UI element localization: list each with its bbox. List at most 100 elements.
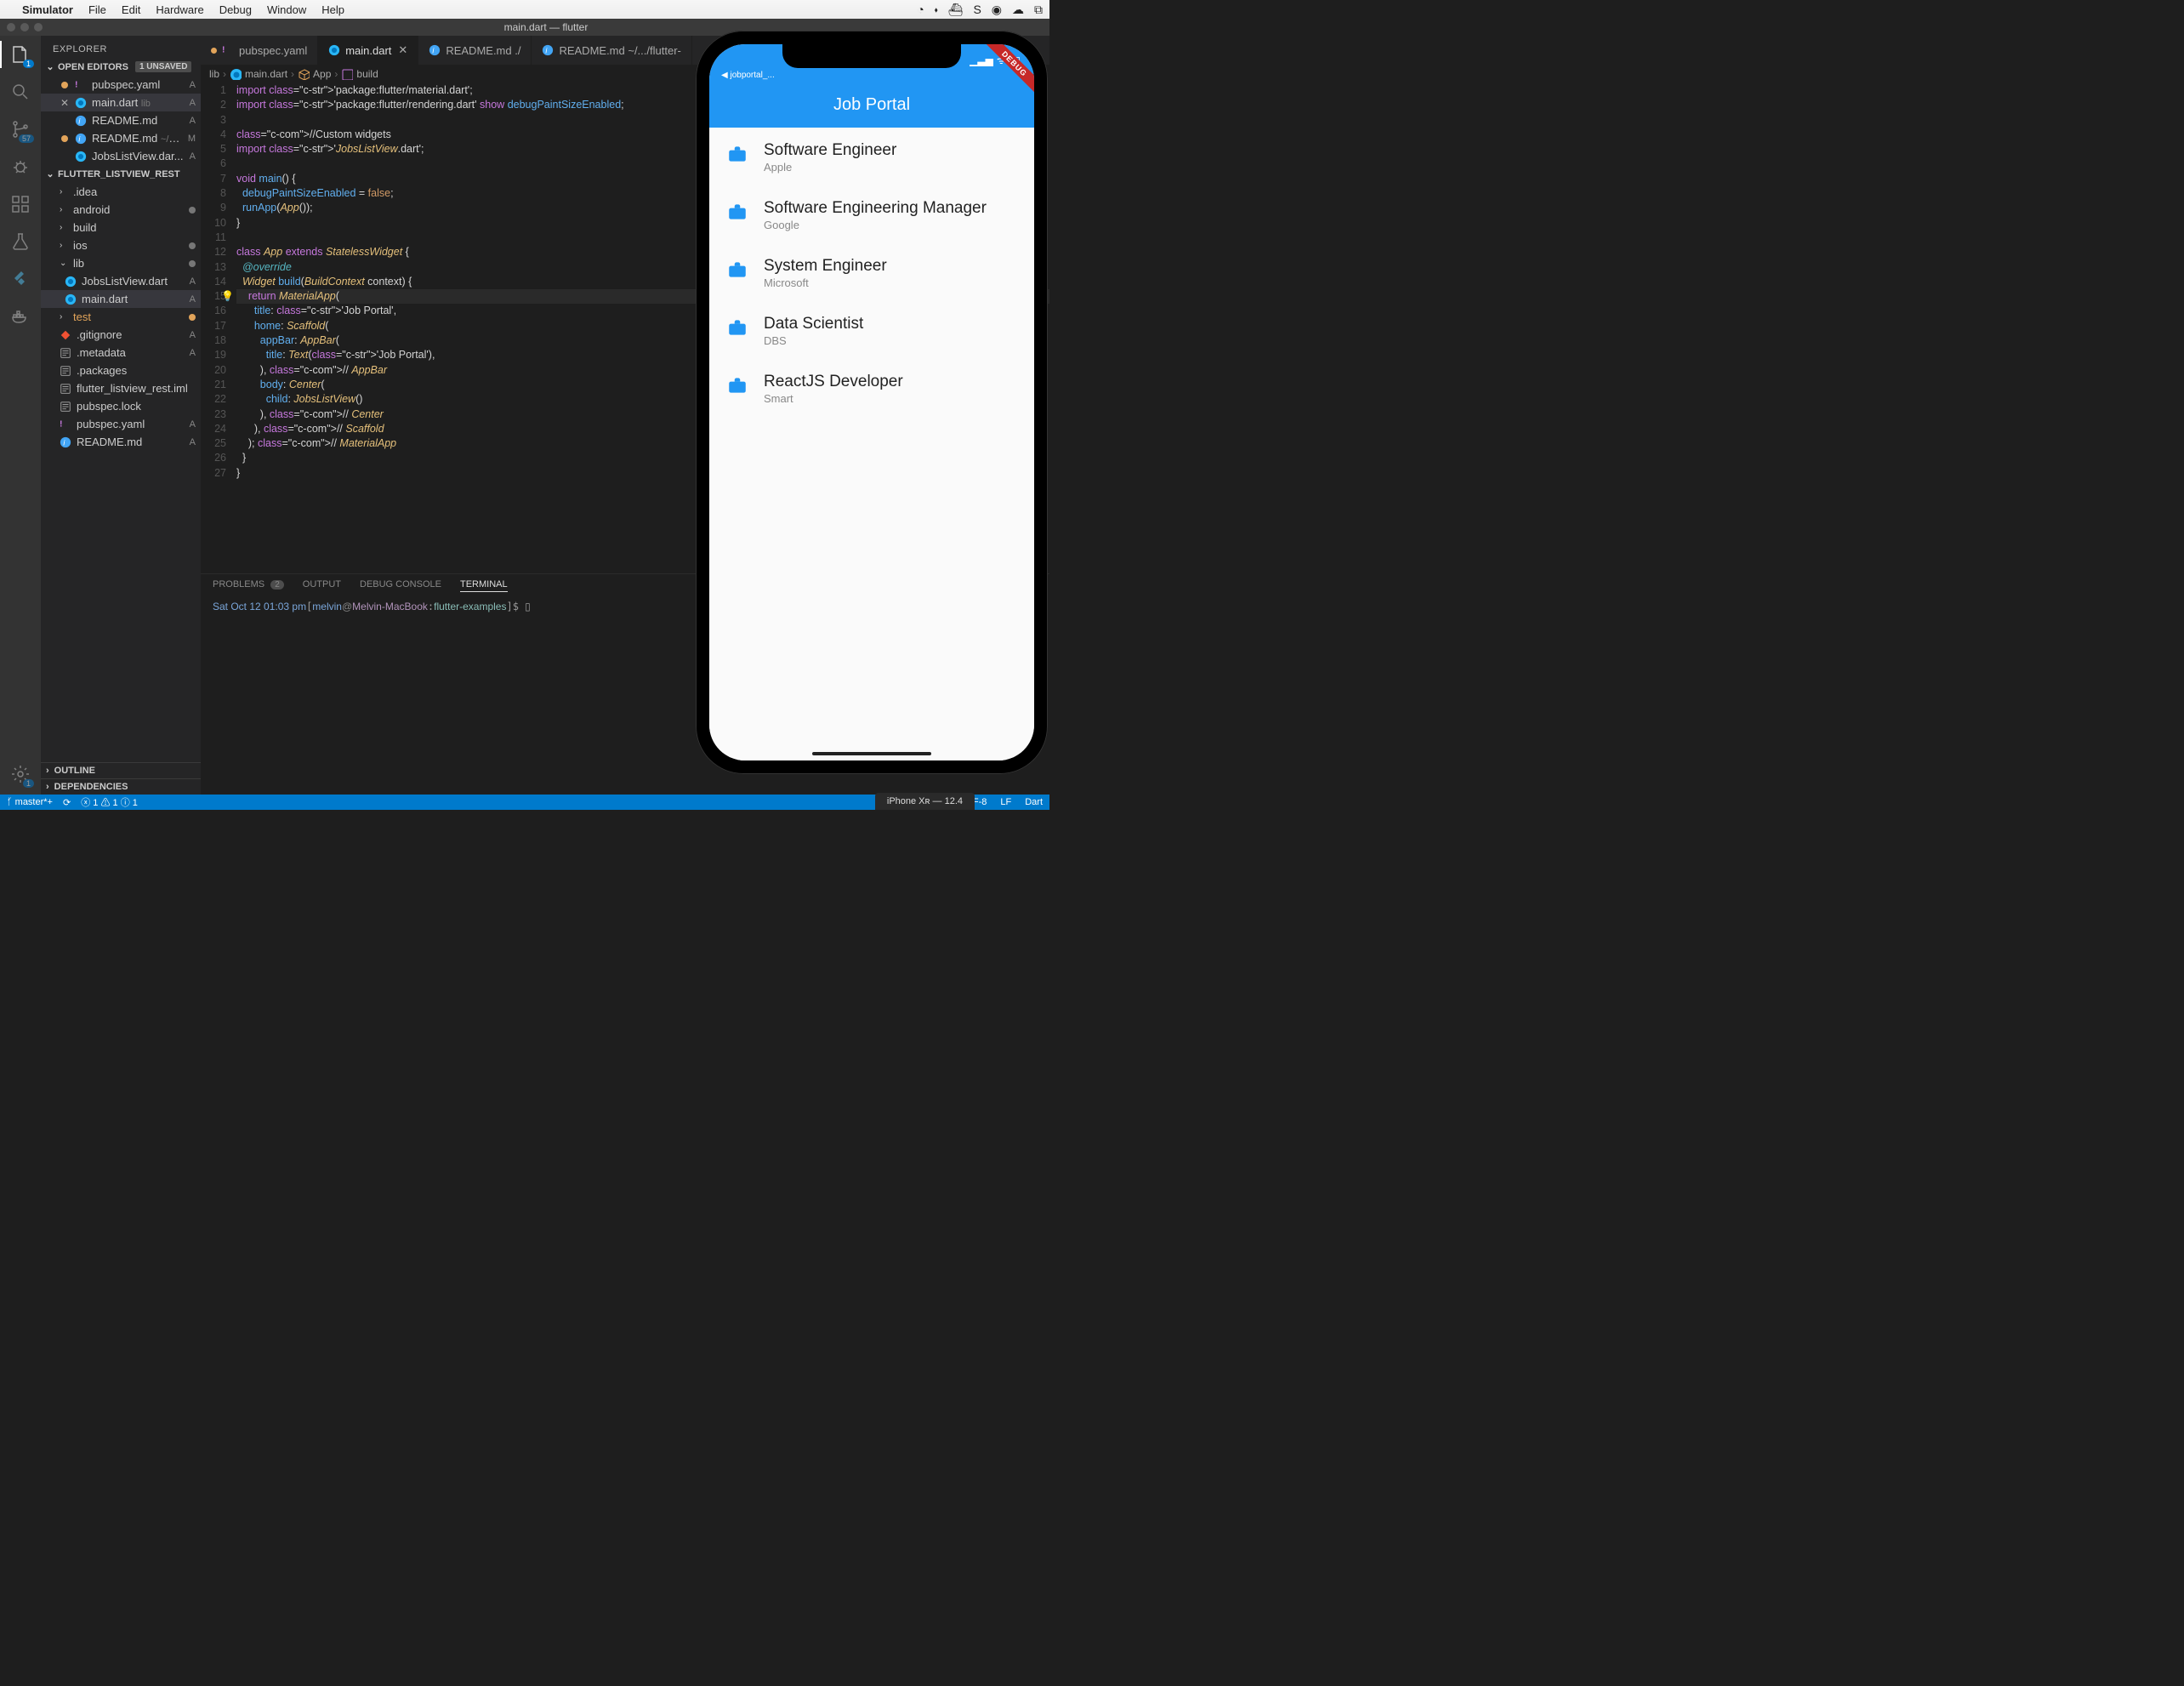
job-list-item[interactable]: Data Scientist DBS <box>709 301 1034 359</box>
mac-menu-debug[interactable]: Debug <box>219 3 252 16</box>
panel-tab-problems[interactable]: PROBLEMS 2 <box>213 579 284 592</box>
folder-item[interactable]: › ios <box>41 236 201 254</box>
editor-tab[interactable]: README.md ./ <box>418 36 532 65</box>
mac-menubar: Simulator File Edit Hardware Debug Windo… <box>0 0 1049 19</box>
project-header[interactable]: ⌄ FLUTTER_LISTVIEW_REST <box>41 167 201 181</box>
briefcase-icon <box>726 374 748 396</box>
folder-item[interactable]: › android <box>41 201 201 219</box>
simulator-device-label: iPhone Xʀ — 12.4 <box>875 793 975 810</box>
activity-flutter-icon[interactable] <box>9 269 32 289</box>
tray-icon[interactable]: ◔ <box>917 3 924 17</box>
file-icon <box>60 401 71 413</box>
file-icon <box>542 44 554 56</box>
appbar-title: Job Portal <box>833 95 910 115</box>
editor-tab[interactable]: main.dart ✕ <box>318 36 418 65</box>
file-icon <box>60 365 71 377</box>
dependencies-header[interactable]: ›DEPENDENCIES <box>41 778 201 795</box>
status-branch[interactable]: ᚶ master*+ <box>7 797 53 807</box>
file-item[interactable]: JobsListView.dart A <box>41 272 201 290</box>
job-list-item[interactable]: Software Engineering Manager Google <box>709 185 1034 243</box>
activity-docker-icon[interactable] <box>9 306 32 327</box>
sidebar-title: EXPLORER <box>41 36 201 60</box>
badge: 57 <box>19 134 34 143</box>
ios-simulator: DEBUG 1:03 ◀ jobportal_... ▁▃▅ ᯤ ▮▯ Job … <box>696 31 1048 774</box>
file-icon <box>60 419 71 430</box>
status-sync-icon[interactable]: ⟳ <box>63 797 71 808</box>
briefcase-icon <box>726 316 748 339</box>
open-editor-item[interactable]: JobsListView.dar... A <box>41 147 201 165</box>
panel-tab-debug[interactable]: DEBUG CONSOLE <box>360 579 441 592</box>
file-item[interactable]: README.md A <box>41 433 201 451</box>
activity-extensions-icon[interactable] <box>9 194 32 214</box>
explorer-sidebar: EXPLORER ⌄ OPEN EDITORS 1 UNSAVED pubspe… <box>41 36 201 795</box>
badge: 1 <box>23 779 34 788</box>
activity-explorer-icon[interactable]: 1 <box>9 44 32 65</box>
badge: 1 <box>23 60 34 68</box>
open-editor-item[interactable]: pubspec.yaml A <box>41 76 201 94</box>
folder-item[interactable]: ⌄ lib <box>41 254 201 272</box>
file-item[interactable]: .metadata A <box>41 344 201 362</box>
status-errors[interactable]: ⓧ 1 ⚠ 1 ⓘ 1 <box>81 795 138 809</box>
activity-test-icon[interactable] <box>9 231 32 252</box>
tray-icon[interactable]: S <box>973 3 981 17</box>
file-icon <box>429 44 441 56</box>
open-editors-label: OPEN EDITORS <box>58 62 128 72</box>
mac-menu-hardware[interactable]: Hardware <box>156 3 203 16</box>
activity-scm-icon[interactable]: 57 <box>9 119 32 140</box>
activity-search-icon[interactable] <box>9 82 32 102</box>
file-item[interactable]: .gitignore A <box>41 326 201 344</box>
mac-menu-window[interactable]: Window <box>267 3 306 16</box>
job-list-item[interactable]: System Engineer Microsoft <box>709 243 1034 301</box>
editor-tab[interactable]: README.md ~/.../flutter- <box>532 36 691 65</box>
file-item[interactable]: pubspec.yaml A <box>41 415 201 433</box>
file-icon <box>75 151 87 162</box>
panel-tab-terminal[interactable]: TERMINAL <box>460 579 508 592</box>
file-icon <box>222 44 234 56</box>
editor-tab[interactable]: pubspec.yaml <box>201 36 318 65</box>
open-editor-item[interactable]: README.md A <box>41 111 201 129</box>
activity-settings-icon[interactable]: 1 <box>9 764 32 784</box>
tray-icon[interactable]: ⧉ <box>1034 3 1043 17</box>
ios-back-link[interactable]: ◀ jobportal_... <box>721 71 775 80</box>
open-editors-header[interactable]: ⌄ OPEN EDITORS 1 UNSAVED <box>41 60 201 74</box>
flutter-debug-banner: DEBUG <box>966 44 1034 112</box>
jobs-list[interactable]: Software Engineer Apple Software Enginee… <box>709 128 1034 760</box>
job-list-item[interactable]: ReactJS Developer Smart <box>709 359 1034 417</box>
file-item[interactable]: main.dart A <box>41 290 201 308</box>
folder-item[interactable]: › build <box>41 219 201 236</box>
job-list-item[interactable]: Software Engineer Apple <box>709 128 1034 185</box>
file-icon <box>60 347 71 359</box>
file-item[interactable]: .packages <box>41 362 201 379</box>
mac-menu-edit[interactable]: Edit <box>122 3 140 16</box>
activity-debug-icon[interactable] <box>9 157 32 177</box>
tray-icon[interactable]: ⛴ <box>948 3 964 17</box>
status-eol[interactable]: LF <box>1000 797 1011 807</box>
tray-icon[interactable]: ◉ <box>992 3 1002 17</box>
file-item[interactable]: pubspec.lock <box>41 397 201 415</box>
window-traffic-lights[interactable] <box>7 23 43 31</box>
activity-bar: 1 57 1 <box>0 36 41 795</box>
mac-menu-help[interactable]: Help <box>321 3 344 16</box>
open-editor-item[interactable]: ✕ main.dart lib A <box>41 94 201 111</box>
iphone-notch <box>782 44 961 68</box>
unsaved-badge: 1 UNSAVED <box>135 61 192 72</box>
folder-item[interactable]: › .idea <box>41 183 201 201</box>
open-editor-item[interactable]: README.md ~/D... M <box>41 129 201 147</box>
mac-menu-file[interactable]: File <box>88 3 106 16</box>
file-icon <box>75 115 87 127</box>
file-item[interactable]: flutter_listview_rest.iml <box>41 379 201 397</box>
project-tree: › .idea › android › build › ios ⌄ lib <box>41 181 201 453</box>
status-lang[interactable]: Dart <box>1025 797 1043 807</box>
home-indicator[interactable] <box>812 752 931 755</box>
mac-app-name[interactable]: Simulator <box>22 3 73 16</box>
file-icon <box>65 293 77 305</box>
panel-tab-output[interactable]: OUTPUT <box>303 579 341 592</box>
briefcase-icon <box>726 201 748 223</box>
tray-icon[interactable]: ☁ <box>1012 3 1024 17</box>
file-icon <box>60 383 71 395</box>
outline-header[interactable]: ›OUTLINE <box>41 762 201 778</box>
close-icon[interactable]: ✕ <box>398 43 407 57</box>
file-icon <box>328 44 340 56</box>
folder-item[interactable]: › test <box>41 308 201 326</box>
tray-icon[interactable]: ⬪ <box>935 3 938 17</box>
